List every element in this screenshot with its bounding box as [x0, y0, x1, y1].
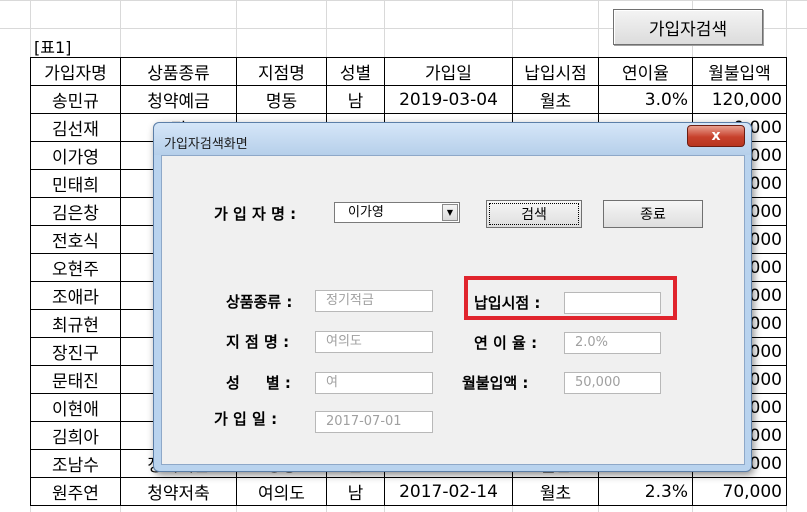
header-cell[interactable]: 성별	[326, 57, 385, 86]
highlight-box	[464, 276, 677, 320]
header-cell[interactable]: 가입일	[384, 57, 513, 86]
header-cell[interactable]: 지점명	[236, 57, 327, 86]
member-search-button[interactable]: 가입자검색	[613, 9, 763, 45]
table-cell[interactable]: 남	[326, 477, 385, 506]
table-cell[interactable]: 민태희	[30, 169, 121, 198]
table-cell[interactable]: 70,000	[692, 477, 787, 506]
header-cell[interactable]: 가입자명	[30, 57, 121, 86]
table-cell[interactable]: 2019-03-04	[384, 85, 513, 114]
close-button[interactable]: x	[687, 125, 745, 147]
monthly-label: 월불입액 :	[462, 374, 529, 392]
dialog-titlebar[interactable]: 가입자검색화면 x	[154, 123, 751, 155]
header-cell[interactable]: 월불입액	[692, 57, 787, 86]
table-cell[interactable]: 월초	[512, 477, 599, 506]
table-cell[interactable]: 문태진	[30, 365, 121, 394]
table-cell[interactable]: 장진구	[30, 337, 121, 366]
table-cell[interactable]: 청약저축	[120, 477, 237, 506]
join-date-field[interactable]: 2017-07-01	[315, 411, 433, 433]
table-cell[interactable]: 최규현	[30, 309, 121, 338]
table-row: 원주연 청약저축 여의도 남 2017-02-14 월초 2.3% 70,000	[30, 477, 787, 506]
dialog-title: 가입자검색화면	[164, 137, 248, 152]
gender-field[interactable]: 여	[315, 372, 433, 394]
table-cell[interactable]: 오현주	[30, 253, 121, 282]
table-cell[interactable]: 김희아	[30, 421, 121, 450]
header-cell[interactable]: 연이율	[598, 57, 693, 86]
table-cell[interactable]: 전호식	[30, 225, 121, 254]
search-button[interactable]: 검색	[486, 200, 582, 228]
rate-label: 연 이 율 :	[474, 334, 538, 352]
name-combobox[interactable]: 이가영 ▼	[334, 202, 460, 223]
join-date-label: 가 입 일 :	[214, 410, 278, 428]
exit-button[interactable]: 종료	[603, 200, 703, 228]
branch-label: 지 점 명 :	[226, 333, 290, 351]
header-cell[interactable]: 상품종류	[120, 57, 237, 86]
table-cell[interactable]: 청약예금	[120, 85, 237, 114]
gender-label: 성 별 :	[226, 374, 291, 392]
monthly-field[interactable]: 50,000	[564, 372, 661, 394]
table-cell[interactable]: 3.0%	[598, 85, 693, 114]
table-header-row: 가입자명 상품종류 지점명 성별 가입일 납입시점 연이율 월불입액	[30, 57, 787, 86]
table-caption: [표1]	[34, 38, 72, 57]
table-cell[interactable]: 김선재	[30, 113, 121, 142]
table-cell[interactable]: 여의도	[236, 477, 327, 506]
product-label: 상품종류 :	[226, 293, 293, 311]
table-cell[interactable]: 원주연	[30, 477, 121, 506]
close-icon: x	[711, 128, 721, 144]
table-cell[interactable]: 2.3%	[598, 477, 693, 506]
dropdown-arrow-icon[interactable]: ▼	[442, 204, 458, 221]
table-cell[interactable]: 2017-02-14	[384, 477, 513, 506]
table-cell[interactable]: 조애라	[30, 281, 121, 310]
table-cell[interactable]: 명동	[236, 85, 327, 114]
table-cell[interactable]: 조남수	[30, 449, 121, 478]
branch-field[interactable]: 여의도	[315, 331, 433, 353]
table-cell[interactable]: 120,000	[692, 85, 787, 114]
table-cell[interactable]: 김은창	[30, 197, 121, 226]
header-cell[interactable]: 납입시점	[512, 57, 599, 86]
rate-field[interactable]: 2.0%	[564, 332, 661, 354]
table-cell[interactable]: 송민규	[30, 85, 121, 114]
name-label: 가 입 자 명 :	[214, 205, 297, 223]
table-cell[interactable]: 월초	[512, 85, 599, 114]
table-cell[interactable]: 이현애	[30, 393, 121, 422]
product-field[interactable]: 정기적금	[315, 290, 433, 312]
name-combobox-value: 이가영	[348, 205, 384, 220]
table-cell[interactable]: 이가영	[30, 141, 121, 170]
table-row: 송민규 청약예금 명동 남 2019-03-04 월초 3.0% 120,000	[30, 85, 787, 114]
table-cell[interactable]: 남	[326, 85, 385, 114]
